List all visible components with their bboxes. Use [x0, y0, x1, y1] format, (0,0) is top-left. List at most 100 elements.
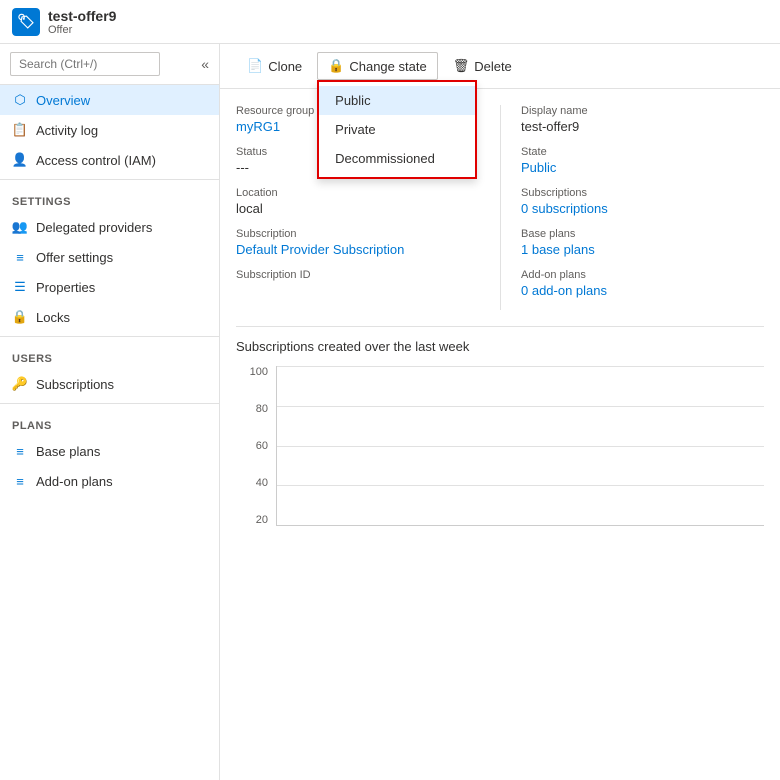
add-on-plans-value[interactable]: 0 add-on plans: [521, 283, 607, 298]
display-name-value: test-offer9: [521, 119, 764, 134]
info-right: Display name test-offer9 State Public Su…: [500, 105, 764, 310]
dropdown-item-private-label: Private: [335, 122, 375, 137]
chart-y-label-40: 40: [238, 477, 268, 489]
subscription-id-field: Subscription ID: [236, 269, 480, 281]
chart-wrapper: 100 80 60 40 20: [276, 366, 764, 526]
sidebar-item-offer-settings[interactable]: ≡ Offer settings: [0, 242, 219, 272]
location-field: Location local: [236, 187, 480, 216]
chart-y-label-100: 100: [238, 366, 268, 378]
locks-icon: 🔒: [12, 309, 28, 325]
gridline-100: [277, 366, 764, 367]
subscriptions-count-field: Subscriptions 0 subscriptions: [521, 187, 764, 216]
sidebar-item-properties[interactable]: ☰ Properties: [0, 272, 219, 302]
location-label: Location: [236, 187, 480, 199]
change-state-icon: 🔒: [328, 58, 344, 74]
subscriptions-count-label: Subscriptions: [521, 187, 764, 199]
chart-title: Subscriptions created over the last week: [236, 339, 469, 354]
subscription-value[interactable]: Default Provider Subscription: [236, 242, 404, 257]
display-name-label: Display name: [521, 105, 764, 117]
gridline-40: [277, 485, 764, 486]
sidebar-item-offer-settings-label: Offer settings: [36, 250, 113, 265]
sidebar-item-base-plans-label: Base plans: [36, 444, 100, 459]
top-bar: 🏷 test-offer9 Offer: [0, 0, 780, 44]
chart-y-label-60: 60: [238, 440, 268, 452]
sidebar: « ⬡ Overview 📋 Activity log 👤 Access con…: [0, 44, 220, 780]
settings-section-label: Settings: [0, 184, 219, 212]
dropdown-item-public-label: Public: [335, 93, 370, 108]
chart-section: Subscriptions created over the last week…: [236, 326, 764, 526]
sidebar-item-access-control-label: Access control (IAM): [36, 153, 156, 168]
sidebar-item-add-on-plans[interactable]: ≡ Add-on plans: [0, 466, 219, 496]
dropdown-item-decommissioned[interactable]: Decommissioned: [319, 144, 475, 173]
dropdown-item-public[interactable]: Public: [319, 86, 475, 115]
state-value[interactable]: Public: [521, 160, 556, 175]
delete-button[interactable]: 🗑 Delete: [442, 52, 523, 80]
clone-button[interactable]: 📄 Clone: [236, 52, 313, 80]
chart-y-label-80: 80: [238, 403, 268, 415]
sidebar-item-add-on-plans-label: Add-on plans: [36, 474, 113, 489]
offer-settings-icon: ≡: [12, 249, 28, 265]
base-plans-label: Base plans: [521, 228, 764, 240]
app-icon: 🏷: [12, 8, 40, 36]
sidebar-item-subscriptions[interactable]: 🔑 Subscriptions: [0, 369, 219, 399]
resource-group-value[interactable]: myRG1: [236, 119, 280, 134]
app-title-block: test-offer9 Offer: [48, 8, 116, 36]
info-grid: Resource group myRG1 Status --- Location…: [236, 105, 764, 310]
sidebar-search-container: «: [0, 44, 219, 85]
sidebar-item-delegated-providers[interactable]: 👥 Delegated providers: [0, 212, 219, 242]
content-area: 📄 Clone 🔒 Change state Public Private: [220, 44, 780, 780]
sidebar-item-overview-label: Overview: [36, 93, 90, 108]
access-control-icon: 👤: [12, 152, 28, 168]
chart-y-labels: 100 80 60 40 20: [238, 366, 268, 526]
delete-label: Delete: [474, 59, 512, 74]
sidebar-collapse-button[interactable]: «: [201, 56, 209, 72]
subscription-label: Subscription: [236, 228, 480, 240]
delegated-providers-icon: 👥: [12, 219, 28, 235]
sidebar-item-subscriptions-label: Subscriptions: [36, 377, 114, 392]
activity-log-icon: 📋: [12, 122, 28, 138]
plans-section-label: Plans: [0, 408, 219, 436]
sidebar-item-locks[interactable]: 🔒 Locks: [0, 302, 219, 332]
change-state-dropdown-container: 🔒 Change state Public Private Decommissi…: [317, 52, 438, 80]
gridline-80: [277, 406, 764, 407]
sidebar-item-activity-log[interactable]: 📋 Activity log: [0, 115, 219, 145]
clone-icon: 📄: [247, 58, 263, 74]
dropdown-item-decommissioned-label: Decommissioned: [335, 151, 435, 166]
state-label: State: [521, 146, 764, 158]
subscription-id-label: Subscription ID: [236, 269, 480, 281]
properties-icon: ☰: [12, 279, 28, 295]
sidebar-item-delegated-providers-label: Delegated providers: [36, 220, 152, 235]
chart-y-label-20: 20: [238, 514, 268, 526]
sidebar-item-access-control[interactable]: 👤 Access control (IAM): [0, 145, 219, 175]
clone-label: Clone: [268, 59, 302, 74]
gridline-60: [277, 446, 764, 447]
add-on-plans-icon: ≡: [12, 473, 28, 489]
dropdown-item-private[interactable]: Private: [319, 115, 475, 144]
add-on-plans-field: Add-on plans 0 add-on plans: [521, 269, 764, 298]
state-dropdown: Public Private Decommissioned: [317, 80, 477, 179]
overview-icon: ⬡: [12, 92, 28, 108]
users-section-label: Users: [0, 341, 219, 369]
location-value: local: [236, 201, 480, 216]
display-name-field: Display name test-offer9: [521, 105, 764, 134]
change-state-button[interactable]: 🔒 Change state: [317, 52, 438, 80]
app-subtitle: Offer: [48, 24, 116, 36]
chart-area: [276, 366, 764, 526]
sidebar-item-locks-label: Locks: [36, 310, 70, 325]
add-on-plans-label: Add-on plans: [521, 269, 764, 281]
sidebar-item-activity-log-label: Activity log: [36, 123, 98, 138]
search-input[interactable]: [10, 52, 160, 76]
delete-icon: 🗑: [453, 58, 470, 74]
subscriptions-count-value[interactable]: 0 subscriptions: [521, 201, 608, 216]
app-title: test-offer9: [48, 8, 116, 24]
base-plans-icon: ≡: [12, 443, 28, 459]
sidebar-item-overview[interactable]: ⬡ Overview: [0, 85, 219, 115]
toolbar: 📄 Clone 🔒 Change state Public Private: [220, 44, 780, 89]
base-plans-value[interactable]: 1 base plans: [521, 242, 595, 257]
subscription-field: Subscription Default Provider Subscripti…: [236, 228, 480, 257]
sidebar-item-base-plans[interactable]: ≡ Base plans: [0, 436, 219, 466]
content-body: Resource group myRG1 Status --- Location…: [220, 89, 780, 542]
base-plans-field: Base plans 1 base plans: [521, 228, 764, 257]
state-field: State Public: [521, 146, 764, 175]
change-state-label: Change state: [349, 59, 426, 74]
